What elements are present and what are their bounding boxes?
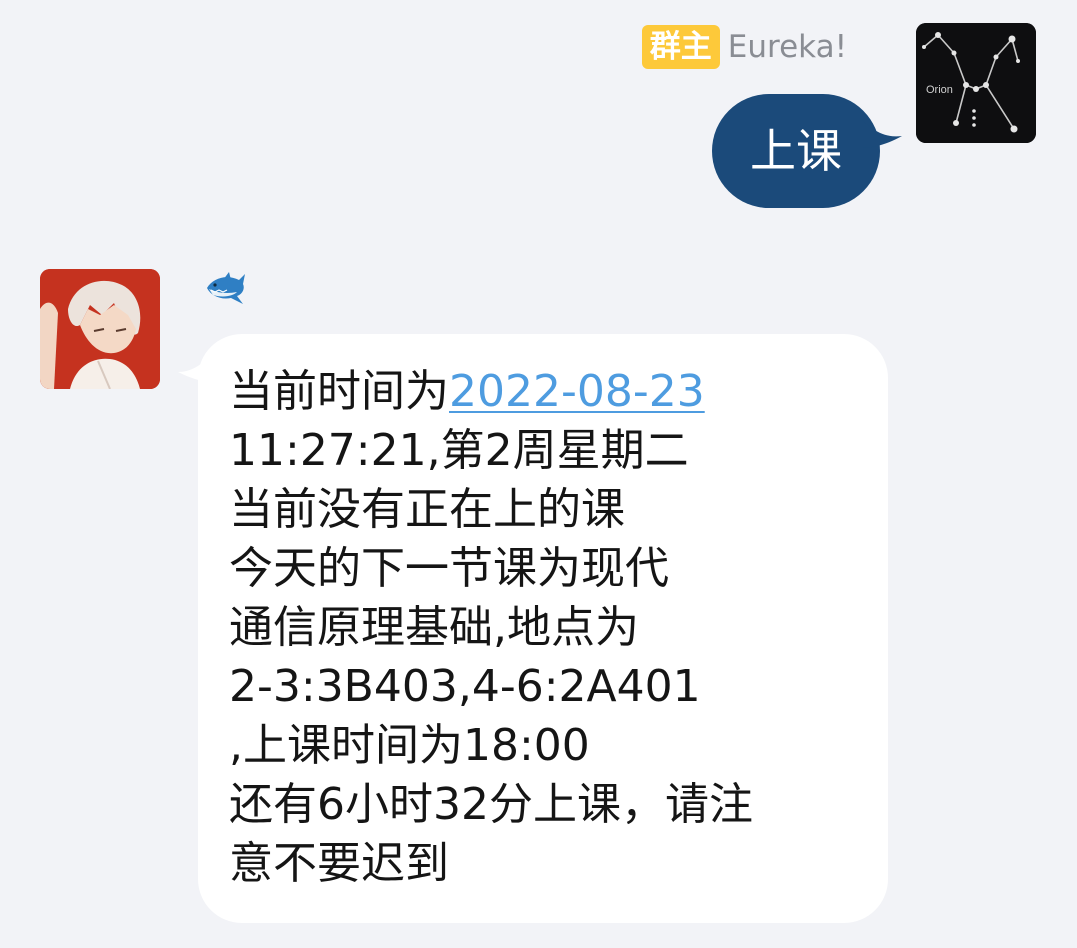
bubble-tail-left <box>178 352 212 382</box>
message-line: 意不要迟到 <box>229 838 449 889</box>
message-line: 还有6小时32分上课，请注 <box>229 779 753 830</box>
message-line: ,上课时间为18:00 <box>229 720 590 771</box>
shark-icon <box>207 272 245 304</box>
message-line: 通信原理基础,地点为 <box>229 602 639 653</box>
anime-character-avatar <box>40 269 160 389</box>
sender-name[interactable]: Eureka! <box>728 29 847 65</box>
sender-avatar[interactable]: Orion <box>916 23 1036 143</box>
date-link[interactable]: 2022-08-23 <box>449 366 705 417</box>
message-line: 当前时间为2022-08-23 <box>229 362 879 421</box>
avatar-caption: Orion <box>926 84 953 96</box>
message-line: 11:27:21,第2周星期二 <box>229 425 689 476</box>
message-line: 今天的下一节课为现代 <box>229 543 669 594</box>
message-line: 2-3:3B403,4-6:2A401 <box>229 661 701 712</box>
sender-row: 群主 Eureka! <box>641 25 847 69</box>
incoming-message-text: 当前时间为2022-08-23 11:27:21,第2周星期二 当前没有正在上的… <box>229 362 879 893</box>
time-prefix: 当前时间为 <box>229 366 449 417</box>
orion-constellation-icon: Orion <box>916 23 1036 143</box>
group-owner-badge: 群主 <box>641 25 720 69</box>
message-line: 当前没有正在上的课 <box>229 484 625 535</box>
outgoing-message-text: 上课 <box>750 124 842 178</box>
bot-avatar[interactable] <box>40 269 160 389</box>
outgoing-message-bubble[interactable]: 上课 <box>712 94 880 208</box>
bubble-tail-right <box>860 118 902 148</box>
